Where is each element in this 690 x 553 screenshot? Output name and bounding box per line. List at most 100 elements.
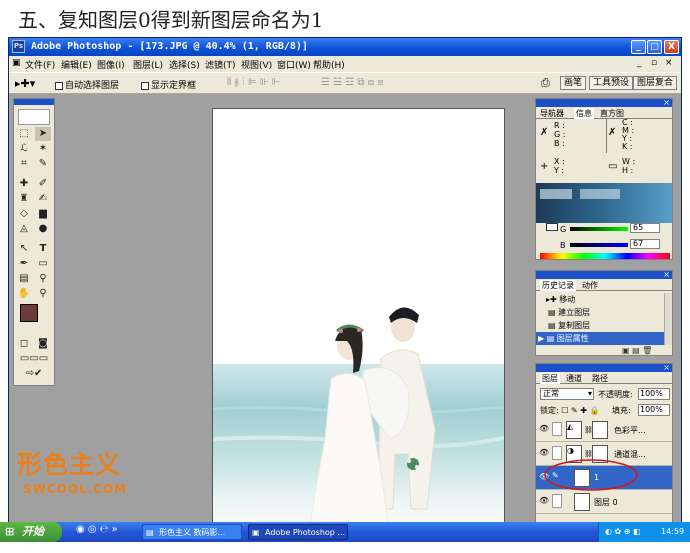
tab-actions[interactable]: 动作 bbox=[582, 280, 598, 291]
link-box[interactable] bbox=[552, 494, 562, 508]
history-item-layer-properties[interactable]: ▶ ▤ 图层属性 bbox=[536, 332, 664, 345]
printer-icon[interactable]: ⎙ bbox=[541, 76, 550, 90]
menu-help[interactable]: 帮助(H) bbox=[313, 58, 345, 71]
shape-tool-icon[interactable]: ▭ bbox=[35, 257, 51, 271]
eye-icon[interactable]: 👁 bbox=[539, 424, 549, 433]
fill-field[interactable]: 100% bbox=[638, 404, 670, 416]
quick-mask-icon[interactable]: ◙ bbox=[35, 337, 51, 351]
g-value-field[interactable]: 65 bbox=[630, 223, 660, 233]
path-select-icon[interactable]: ↖ bbox=[16, 242, 32, 256]
quick-launch-icons[interactable]: ◉ ◎ ℮ » bbox=[76, 524, 118, 535]
lock-label: 锁定: bbox=[540, 406, 559, 415]
menu-image[interactable]: 图像(I) bbox=[97, 58, 125, 71]
distribute-icons[interactable]: ☰ ☱ ☲ ⧉ ⧈ ⧇ bbox=[321, 77, 384, 88]
doc-restore-icon[interactable]: ▫ bbox=[651, 58, 657, 68]
history-brush-icon[interactable]: ✍ bbox=[35, 192, 51, 206]
options-bar: ▸✚▾ 自动选择图层 显示定界框 ⫴ ⫵ ⫶ ⊫ ⊪ ⊩ ☰ ☱ ☲ ⧉ ⧈ ⧇… bbox=[9, 72, 681, 94]
pen-tool-icon[interactable]: ✒ bbox=[16, 257, 32, 271]
notes-tool-icon[interactable]: ▤ bbox=[16, 272, 32, 286]
dodge-tool-icon[interactable]: ● bbox=[35, 222, 51, 236]
history-item-duplicate-layer[interactable]: ▤ 复制图层 bbox=[536, 319, 672, 332]
panel-header[interactable]: × bbox=[536, 271, 672, 279]
blur-tool-icon[interactable]: ◬ bbox=[16, 222, 32, 236]
toolbox-header[interactable] bbox=[14, 99, 54, 105]
minimize-button[interactable]: _ bbox=[631, 40, 646, 54]
tab-layer-comps[interactable]: 图层复合 bbox=[633, 76, 678, 90]
tab-channels[interactable]: 通道 bbox=[566, 373, 582, 384]
close-button[interactable]: X bbox=[664, 40, 679, 54]
tab-brushes[interactable]: 画笔 bbox=[560, 76, 587, 90]
blend-mode-select[interactable]: 正常 ▾ bbox=[540, 388, 594, 400]
eyedropper-icon[interactable]: ⚲ bbox=[35, 272, 51, 286]
panel-close-icon[interactable]: × bbox=[663, 364, 670, 372]
crop-tool-icon[interactable]: ⌗ bbox=[16, 157, 32, 171]
move-tool-icon[interactable]: ➤ bbox=[35, 127, 51, 141]
panel-header[interactable]: × bbox=[536, 99, 672, 107]
menu-filter[interactable]: 滤镜(T) bbox=[205, 58, 236, 71]
tab-info[interactable]: 信息 bbox=[574, 108, 594, 119]
brush-tool-icon[interactable]: ✐ bbox=[35, 177, 51, 191]
type-tool-icon[interactable]: T bbox=[35, 242, 51, 256]
history-item-move[interactable]: ▸✚ 移动 bbox=[536, 293, 672, 306]
panel-close-icon[interactable]: × bbox=[663, 271, 670, 279]
clone-stamp-icon[interactable]: ♜ bbox=[16, 192, 32, 206]
task-browser[interactable]: ▤ 形色主义 数码影... bbox=[142, 524, 242, 540]
start-button[interactable]: ⊞ 开始 bbox=[0, 522, 62, 542]
g-slider[interactable] bbox=[570, 227, 628, 231]
align-icons[interactable]: ⫴ ⫵ ⫶ ⊫ ⊪ ⊩ bbox=[227, 77, 280, 88]
menu-file[interactable]: 文件(F) bbox=[25, 58, 55, 71]
link-box[interactable] bbox=[552, 422, 562, 436]
title-bar[interactable]: Ps Adobe Photoshop - [173.JPG @ 40.4% (1… bbox=[9, 38, 681, 56]
doc-min-icon[interactable]: _ bbox=[637, 58, 642, 68]
b-value-field[interactable]: 67 bbox=[630, 239, 660, 249]
history-item-new-layer[interactable]: ▤ 建立图层 bbox=[536, 306, 672, 319]
menu-window[interactable]: 窗口(W) bbox=[277, 58, 311, 71]
move-tool-icon[interactable]: ▸✚▾ bbox=[15, 77, 35, 90]
gradient-tool-icon[interactable]: ▆ bbox=[35, 207, 51, 221]
tab-history[interactable]: 历史记录 bbox=[540, 280, 576, 291]
color-swatch[interactable] bbox=[546, 223, 558, 231]
menu-edit[interactable]: 编辑(E) bbox=[61, 58, 92, 71]
auto-select-checkbox[interactable]: 自动选择图层 bbox=[55, 78, 119, 91]
standard-mode-icon[interactable]: ◻ bbox=[16, 337, 32, 351]
b-slider[interactable] bbox=[570, 243, 628, 247]
show-bounds-checkbox[interactable]: 显示定界框 bbox=[141, 78, 196, 91]
adobe-online-icon[interactable] bbox=[18, 109, 50, 125]
history-scrollbar[interactable] bbox=[664, 293, 672, 345]
tab-navigator[interactable]: 导航器 bbox=[540, 108, 564, 119]
document-canvas[interactable] bbox=[212, 108, 505, 538]
zoom-tool-icon[interactable]: ⚲ bbox=[35, 287, 51, 301]
panel-close-icon[interactable]: × bbox=[663, 99, 670, 107]
foreground-color-swatch[interactable] bbox=[20, 304, 38, 322]
task-photoshop[interactable]: ▣ Adobe Photoshop ... bbox=[248, 524, 348, 540]
tray-icons[interactable]: ◐ ✿ ⊕ ◧ bbox=[605, 522, 641, 542]
lock-icons[interactable]: ☐ ✎ ✚ 🔒 bbox=[561, 406, 599, 415]
panel-header[interactable]: × bbox=[536, 364, 672, 372]
hand-tool-icon[interactable]: ✋ bbox=[16, 287, 32, 301]
tab-tool-presets[interactable]: 工具预设 bbox=[589, 76, 634, 90]
opacity-field[interactable]: 100% bbox=[638, 388, 670, 400]
maximize-button[interactable]: □ bbox=[647, 40, 662, 54]
layer-name: 色彩平... bbox=[614, 426, 646, 435]
tab-histogram[interactable]: 直方图 bbox=[600, 108, 624, 119]
color-ramp[interactable] bbox=[540, 253, 670, 259]
magic-wand-icon[interactable]: ✶ bbox=[35, 142, 51, 156]
marquee-tool-icon[interactable]: ⬚ bbox=[16, 127, 32, 141]
app-menu-icon[interactable]: ▣ bbox=[12, 58, 21, 68]
slice-tool-icon[interactable]: ✎ bbox=[35, 157, 51, 171]
healing-brush-icon[interactable]: ✚ bbox=[16, 177, 32, 191]
menu-select[interactable]: 选择(S) bbox=[169, 58, 200, 71]
menu-layer[interactable]: 图层(L) bbox=[133, 58, 163, 71]
lasso-tool-icon[interactable]: ℒ bbox=[16, 142, 32, 156]
eraser-tool-icon[interactable]: ◇ bbox=[16, 207, 32, 221]
eye-icon[interactable]: 👁 bbox=[539, 496, 549, 505]
screen-mode-icons[interactable]: ▭▭▭ bbox=[16, 352, 52, 366]
menu-view[interactable]: 视图(V) bbox=[241, 58, 272, 71]
tab-layers[interactable]: 图层 bbox=[540, 373, 560, 384]
jump-to-imageready-icon[interactable]: ⇨✔ bbox=[16, 367, 52, 381]
history-footer-icons[interactable]: ▣ ▤ 🗑 bbox=[622, 346, 652, 355]
tab-paths[interactable]: 路径 bbox=[592, 373, 608, 384]
doc-close-icon[interactable]: × bbox=[665, 58, 673, 68]
layer-color-balance[interactable]: 👁 ◭ ⛓ 色彩平... bbox=[536, 418, 672, 442]
cmyk-labels: C : M : Y : K : bbox=[622, 119, 634, 151]
